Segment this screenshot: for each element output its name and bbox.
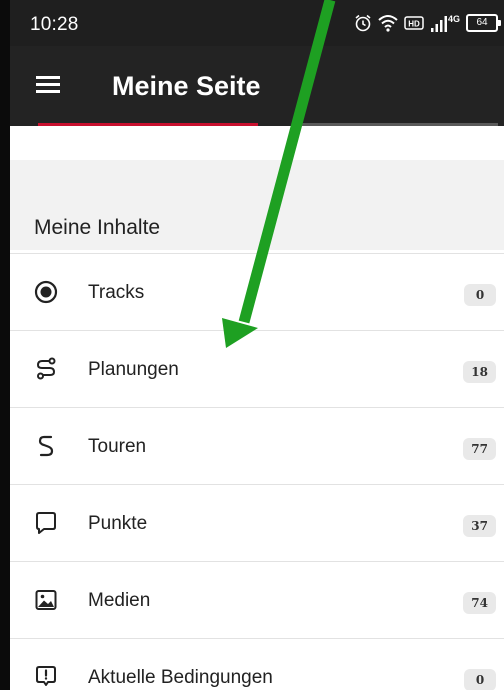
count-badge: 0	[464, 669, 496, 690]
wifi-icon	[378, 14, 398, 32]
image-icon	[34, 588, 58, 612]
menu-icon[interactable]	[36, 76, 60, 94]
tab-indicator-inactive	[298, 123, 498, 126]
list-item-label: Tracks	[88, 282, 145, 303]
list-item-aktuelle-bedingungen[interactable]: Aktuelle Bedingungen 0	[10, 638, 504, 690]
app-bar: Meine Seite	[10, 46, 504, 126]
list-item-label: Medien	[88, 590, 151, 611]
status-time: 10:28	[30, 14, 79, 35]
list-item-planungen[interactable]: Planungen 18	[10, 330, 504, 407]
content-list: Tracks 0 Planungen 18 Touren 77 Punkte 3…	[10, 253, 504, 690]
list-item-punkte[interactable]: Punkte 37	[10, 484, 504, 561]
list-item-label: Punkte	[88, 513, 148, 534]
tour-squiggle-icon	[34, 434, 58, 458]
hd-icon: HD	[404, 15, 424, 31]
signal-icon: 4G	[430, 13, 460, 33]
count-badge: 0	[464, 284, 496, 306]
count-badge: 77	[463, 438, 496, 460]
list-item-touren[interactable]: Touren 77	[10, 407, 504, 484]
network-label: 4G	[448, 14, 460, 24]
list-item-medien[interactable]: Medien 74	[10, 561, 504, 638]
screen: 10:28 HD 4G 64 Meine Seite Meine Inhalte…	[10, 0, 504, 690]
count-badge: 18	[463, 361, 496, 383]
status-bar: 10:28 HD 4G 64	[10, 0, 504, 46]
record-icon	[34, 280, 58, 304]
list-item-tracks[interactable]: Tracks 0	[10, 253, 504, 330]
alarm-icon	[354, 14, 372, 32]
tab-indicator-active	[38, 123, 258, 126]
hd-label: HD	[408, 20, 420, 29]
page-title: Meine Seite	[112, 71, 261, 101]
battery-icon: 64	[466, 14, 501, 32]
section-title: Meine Inhalte	[34, 216, 161, 239]
route-plan-icon	[34, 357, 58, 381]
count-badge: 37	[463, 515, 496, 537]
count-badge: 74	[463, 592, 496, 614]
speech-bubble-icon	[34, 511, 58, 535]
list-item-label: Touren	[88, 436, 147, 457]
list-item-label: Planungen	[88, 359, 179, 380]
alert-bubble-icon	[34, 665, 58, 689]
list-item-label: Aktuelle Bedingungen	[88, 667, 273, 688]
status-icons: HD 4G 64	[354, 12, 501, 34]
